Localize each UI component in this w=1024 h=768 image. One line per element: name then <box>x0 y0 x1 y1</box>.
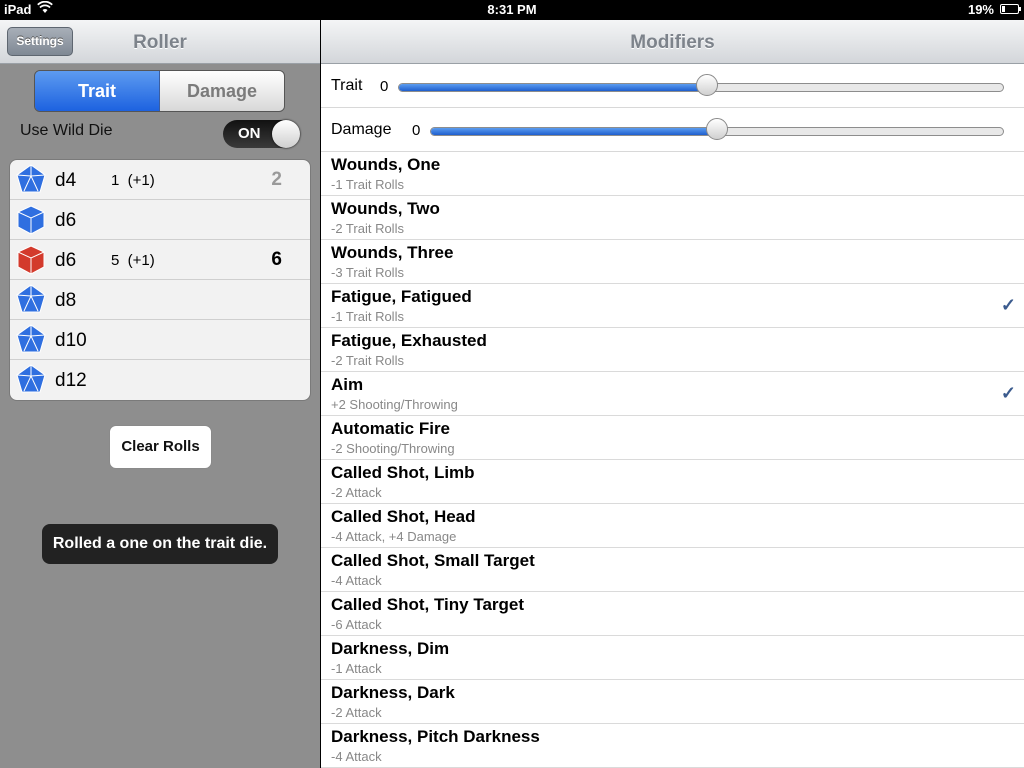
modifier-description: -2 Trait Rolls <box>331 221 404 236</box>
settings-button[interactable]: Settings <box>7 27 73 56</box>
toggle-knob[interactable] <box>272 120 300 148</box>
modifier-description: -2 Shooting/Throwing <box>331 441 455 456</box>
damage-slider-thumb[interactable] <box>706 118 728 140</box>
dice-row-d6[interactable]: d6 5 (+1) 6 <box>10 240 310 280</box>
modifier-name: Darkness, Pitch Darkness <box>331 727 540 746</box>
d4-die-icon <box>15 164 47 196</box>
modifier-name: Wounds, Three <box>331 243 454 262</box>
clear-rolls-button[interactable]: Clear Rolls <box>109 425 212 469</box>
dice-table: d4 1 (+1) 2 d6 d6 5 (+1) 6 d8 d10 d12 <box>9 159 311 401</box>
modifier-description: -1 Trait Rolls <box>331 177 404 192</box>
modifier-row[interactable]: Darkness, Dark -2 Attack <box>321 680 1024 724</box>
modifier-description: +2 Shooting/Throwing <box>331 397 458 412</box>
status-bar: iPad 8:31 PM 19% <box>0 0 1024 20</box>
dice-name: d6 <box>55 210 77 231</box>
d10-die-icon <box>15 324 47 356</box>
modifier-name: Wounds, One <box>331 155 441 174</box>
modifier-name: Fatigue, Exhausted <box>331 331 487 350</box>
dice-total: 6 <box>271 249 282 270</box>
dice-roll-result: 5 (+1) <box>111 252 155 269</box>
modifier-row[interactable]: Fatigue, Fatigued -1 Trait Rolls ✓ <box>321 284 1024 328</box>
modifier-row[interactable]: Darkness, Dim -1 Attack <box>321 636 1024 680</box>
modifier-name: Called Shot, Small Target <box>331 551 535 570</box>
modifier-row[interactable]: Called Shot, Tiny Target -6 Attack <box>321 592 1024 636</box>
modifier-description: -4 Attack, +4 Damage <box>331 529 457 544</box>
modifier-name: Called Shot, Limb <box>331 463 475 482</box>
wild-die-label: Use Wild Die <box>20 122 113 139</box>
modifier-name: Called Shot, Tiny Target <box>331 595 525 614</box>
toggle-state-label: ON <box>238 125 261 142</box>
damage-slider-label: Damage <box>331 121 392 138</box>
dice-name: d6 <box>55 250 77 271</box>
modifier-row[interactable]: Aim +2 Shooting/Throwing ✓ <box>321 372 1024 416</box>
damage-slider-row: Damage 0 <box>321 108 1024 152</box>
roller-panel: Roller Settings Trait Damage Use Wild Di… <box>0 20 320 768</box>
modifier-description: -3 Trait Rolls <box>331 265 404 280</box>
modifier-list: Wounds, One -1 Trait Rolls Wounds, Two -2 T… <box>321 152 1024 768</box>
clock: 8:31 PM <box>487 2 537 17</box>
modifier-name: Darkness, Dim <box>331 639 450 658</box>
dice-name: d10 <box>55 330 87 351</box>
modifier-name: Automatic Fire <box>331 419 451 438</box>
modifier-row[interactable]: Called Shot, Head -4 Attack, +4 Damage <box>321 504 1024 548</box>
modifier-name: Called Shot, Head <box>331 507 476 526</box>
dice-row-d10[interactable]: d10 <box>10 320 310 360</box>
modifier-row[interactable]: Wounds, One -1 Trait Rolls <box>321 152 1024 196</box>
dice-total: 2 <box>271 169 282 190</box>
d12-die-icon <box>15 364 47 396</box>
modifier-name: Darkness, Dark <box>331 683 455 702</box>
trait-slider-label: Trait <box>331 77 363 94</box>
modifiers-navbar: Modifiers <box>321 20 1024 64</box>
modifier-description: -2 Attack <box>331 705 382 720</box>
modifier-name: Fatigue, Fatigued <box>331 287 472 306</box>
modifier-description: -1 Attack <box>331 661 382 676</box>
modifier-description: -1 Trait Rolls <box>331 309 404 324</box>
modifier-description: -2 Trait Rolls <box>331 353 404 368</box>
trait-slider-thumb[interactable] <box>696 74 719 96</box>
modifier-row[interactable]: Automatic Fire -2 Shooting/Throwing <box>321 416 1024 460</box>
modifier-row[interactable]: Darkness, Pitch Darkness -4 Attack <box>321 724 1024 768</box>
modifiers-panel: Modifiers Trait 0 Damage 0 Wounds, One -1… <box>321 20 1024 768</box>
d6-die-icon <box>15 204 47 236</box>
modifier-row[interactable]: Fatigue, Exhausted -2 Trait Rolls <box>321 328 1024 372</box>
damage-slider-value: 0 <box>412 122 421 139</box>
roll-type-segmented-control: Trait Damage <box>34 70 285 112</box>
modifier-name: Aim <box>331 375 364 394</box>
dice-row-d4[interactable]: d4 1 (+1) 2 <box>10 160 310 200</box>
modifier-description: -4 Attack <box>331 573 382 588</box>
dice-name: d8 <box>55 290 77 311</box>
d8-die-icon <box>15 284 47 316</box>
modifier-row[interactable]: Called Shot, Small Target -4 Attack <box>321 548 1024 592</box>
roll-message-toast: Rolled a one on the trait die. <box>42 524 278 564</box>
modifiers-title: Modifiers <box>630 32 715 53</box>
d6-die-icon <box>15 244 47 276</box>
roller-navbar: Roller Settings <box>0 20 320 64</box>
dice-row-d6[interactable]: d6 <box>10 200 310 240</box>
modifier-row[interactable]: Wounds, Three -3 Trait Rolls <box>321 240 1024 284</box>
modifier-description: -4 Attack <box>331 749 382 764</box>
checkmark-icon: ✓ <box>1000 383 1016 403</box>
modifier-name: Wounds, Two <box>331 199 440 218</box>
battery-icon <box>1000 4 1021 14</box>
segment-damage[interactable]: Damage <box>160 71 284 111</box>
dice-roll-result: 1 (+1) <box>111 172 155 189</box>
wild-die-toggle[interactable]: ON <box>223 120 300 148</box>
dice-row-d8[interactable]: d8 <box>10 280 310 320</box>
dice-name: d12 <box>55 370 87 391</box>
trait-slider-value: 0 <box>380 78 389 95</box>
checkmark-icon: ✓ <box>1000 295 1016 315</box>
modifier-row[interactable]: Called Shot, Limb -2 Attack <box>321 460 1024 504</box>
modifier-description: -2 Attack <box>331 485 382 500</box>
dice-row-d12[interactable]: d12 <box>10 360 310 400</box>
modifier-description: -6 Attack <box>331 617 382 632</box>
segment-trait[interactable]: Trait <box>35 71 160 111</box>
battery-percentage: 19% <box>967 2 994 17</box>
dice-name: d4 <box>55 170 77 191</box>
trait-slider-row: Trait 0 <box>321 64 1024 108</box>
modifier-row[interactable]: Wounds, Two -2 Trait Rolls <box>321 196 1024 240</box>
